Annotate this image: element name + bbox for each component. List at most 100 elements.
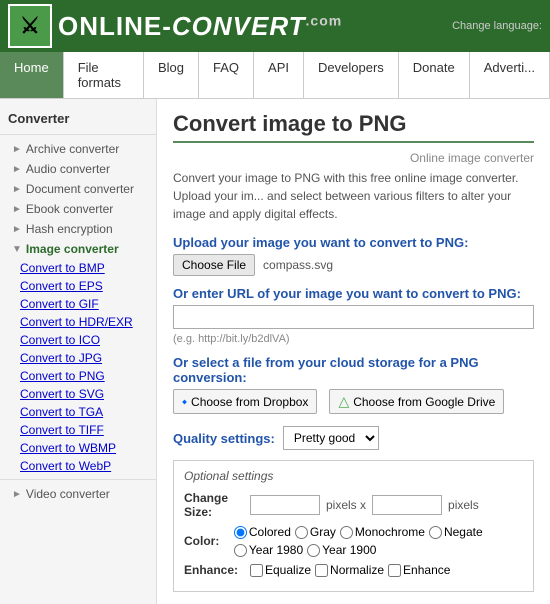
online-label: Online image converter [173,151,534,165]
cloud-row: ⬩ Choose from Dropbox △ Choose from Goog… [173,389,534,414]
color-gray[interactable]: Gray [295,525,336,539]
url-input[interactable] [173,305,534,329]
sidebar-item-image[interactable]: ▼ Image converter [0,239,156,259]
arrow-icon: ► [12,489,22,500]
arrow-icon: ► [12,164,22,175]
description: Convert your image to PNG with this free… [173,169,534,223]
arrow-icon: ► [12,144,22,155]
sidebar-subitem-gif[interactable]: Convert to GIF [0,295,156,313]
url-hint: (e.g. http://bit.ly/b2dlVA) [173,333,534,345]
sidebar-item-document[interactable]: ► Document converter [0,179,156,199]
nav-donate[interactable]: Donate [399,52,470,98]
color-year1900-radio[interactable] [307,544,320,557]
color-options: Colored Gray Monochrome Negate [234,525,523,557]
sidebar-divider-bottom [0,479,156,480]
enhance-enhance-label: Enhance [403,563,450,577]
nav-api[interactable]: API [254,52,304,98]
color-year1900-label: Year 1900 [322,543,376,557]
color-year1980[interactable]: Year 1980 [234,543,303,557]
header: ⚔ ONLINE-CONVERT.com Change language: [0,0,550,52]
page-title: Convert image to PNG [173,111,534,143]
gdrive-icon: △ [338,393,349,410]
color-negate[interactable]: Negate [429,525,483,539]
height-input[interactable] [372,495,442,515]
logo-figure: ⚔ [20,13,40,39]
color-negate-label: Negate [444,525,483,539]
sidebar-subitem-hdr[interactable]: Convert to HDR/EXR [0,313,156,331]
quality-select[interactable]: Pretty good Excellent Good Average [283,426,379,450]
arrow-icon-open: ▼ [12,244,22,255]
color-year1900[interactable]: Year 1900 [307,543,376,557]
logo-text: ONLINE-CONVERT.com [58,11,342,42]
arrow-icon: ► [12,224,22,235]
main-content: Convert image to PNG Online image conver… [157,99,550,604]
color-gray-radio[interactable] [295,526,308,539]
sidebar-subitem-tiff[interactable]: Convert to TIFF [0,421,156,439]
enhance-enhance[interactable]: Enhance [388,563,450,577]
sidebar-item-ebook[interactable]: ► Ebook converter [0,199,156,219]
dropbox-button[interactable]: ⬩ Choose from Dropbox [173,389,317,414]
cloud-label: Or select a file from your cloud storage… [173,355,534,385]
width-input[interactable] [250,495,320,515]
optional-title: Optional settings [184,469,523,483]
logo-com: .com [306,12,343,28]
color-year1980-radio[interactable] [234,544,247,557]
arrow-icon: ► [12,204,22,215]
change-size-label: Change Size: [184,491,244,519]
nav-developers[interactable]: Developers [304,52,399,98]
dropbox-label: Choose from Dropbox [191,395,308,409]
sidebar-subitem-jpg[interactable]: Convert to JPG [0,349,156,367]
sidebar-subitem-webp[interactable]: Convert to WebP [0,457,156,475]
enhance-equalize[interactable]: Equalize [250,563,311,577]
layout: Converter ► Archive converter ► Audio co… [0,99,550,604]
sidebar-divider-top [0,134,156,135]
nav-blog[interactable]: Blog [144,52,199,98]
enhance-equalize-label: Equalize [265,563,311,577]
sidebar-subitem-tga[interactable]: Convert to TGA [0,403,156,421]
filename-display: compass.svg [263,258,333,272]
quality-label: Quality settings: [173,431,275,446]
color-colored-radio[interactable] [234,526,247,539]
logo-icon: ⚔ [8,4,52,48]
change-language[interactable]: Change language: [452,20,542,32]
upload-row: Choose File compass.svg [173,254,534,276]
sidebar-subitem-bmp[interactable]: Convert to BMP [0,259,156,277]
sidebar: Converter ► Archive converter ► Audio co… [0,99,157,604]
logo-area: ⚔ ONLINE-CONVERT.com [8,4,342,48]
sidebar-subitem-eps[interactable]: Convert to EPS [0,277,156,295]
enhance-normalize[interactable]: Normalize [315,563,384,577]
color-year1980-label: Year 1980 [249,543,303,557]
color-gray-label: Gray [310,525,336,539]
change-size-row: Change Size: pixels x pixels [184,491,523,519]
pixels-right-label: pixels [448,498,479,512]
sidebar-subitem-ico[interactable]: Convert to ICO [0,331,156,349]
gdrive-button[interactable]: △ Choose from Google Drive [329,389,504,414]
sidebar-item-archive[interactable]: ► Archive converter [0,139,156,159]
sidebar-item-hash[interactable]: ► Hash encryption [0,219,156,239]
enhance-enhance-checkbox[interactable] [388,564,401,577]
nav-faq[interactable]: FAQ [199,52,254,98]
color-monochrome-radio[interactable] [340,526,353,539]
sidebar-subitem-svg[interactable]: Convert to SVG [0,385,156,403]
enhance-normalize-checkbox[interactable] [315,564,328,577]
enhance-normalize-label: Normalize [330,563,384,577]
color-colored[interactable]: Colored [234,525,291,539]
color-monochrome[interactable]: Monochrome [340,525,425,539]
sidebar-section-converter: Converter [0,107,156,130]
nav-bar: Home File formats Blog FAQ API Developer… [0,52,550,99]
enhance-equalize-checkbox[interactable] [250,564,263,577]
choose-file-button[interactable]: Choose File [173,254,255,276]
enhance-row: Enhance: Equalize Normalize Enhance [184,563,523,577]
upload-label: Upload your image you want to convert to… [173,235,534,250]
sidebar-item-audio[interactable]: ► Audio converter [0,159,156,179]
sidebar-item-video[interactable]: ► Video converter [0,484,156,504]
color-negate-radio[interactable] [429,526,442,539]
sidebar-subitem-wbmp[interactable]: Convert to WBMP [0,439,156,457]
gdrive-label: Choose from Google Drive [353,395,495,409]
nav-advertise[interactable]: Adverti... [470,52,550,98]
nav-file-formats[interactable]: File formats [64,52,144,98]
nav-home[interactable]: Home [0,52,64,98]
sidebar-subitem-png[interactable]: Convert to PNG [0,367,156,385]
color-monochrome-label: Monochrome [355,525,425,539]
url-label: Or enter URL of your image you want to c… [173,286,534,301]
